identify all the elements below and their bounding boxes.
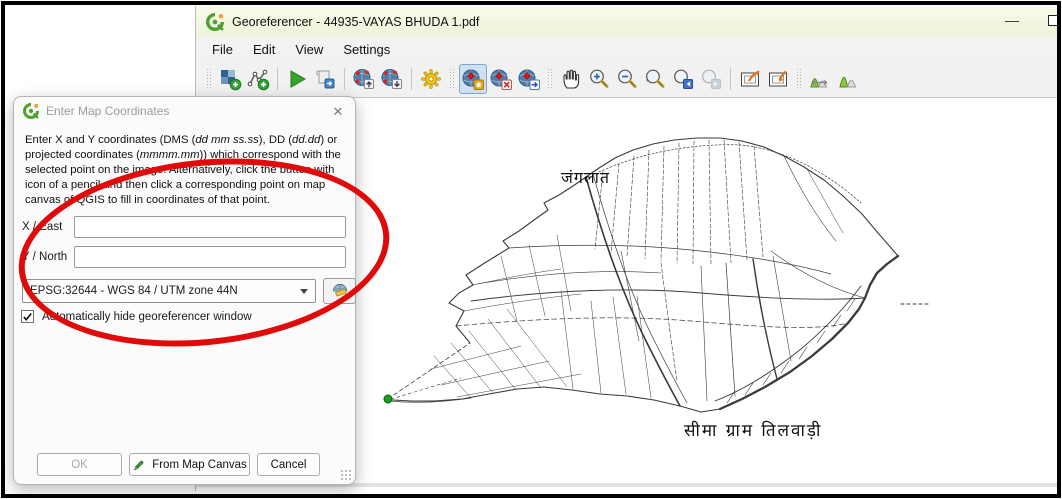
y-north-input[interactable] <box>74 246 346 268</box>
link-qgis-to-georeferencer-button[interactable] <box>764 64 792 94</box>
link-georeferencer-to-qgis-icon <box>738 67 762 91</box>
pencil-icon <box>132 458 146 472</box>
open-vector-button[interactable] <box>244 64 272 94</box>
zoom-last-icon <box>671 67 695 91</box>
start-georeferencing-icon <box>285 67 309 91</box>
zoom-in-button[interactable] <box>585 64 613 94</box>
zoom-in-icon <box>587 67 611 91</box>
window-title: Georeferencer - 44935-VAYAS BHUDA 1.pdf <box>232 15 479 29</box>
add-point-icon <box>461 67 485 91</box>
map-label-village-boundary: सीमा ग्राम तिलवाड़ी <box>684 418 822 441</box>
move-point-button[interactable] <box>515 64 543 94</box>
open-raster-button[interactable] <box>216 64 244 94</box>
toolbar-separator <box>411 68 412 90</box>
chevron-down-icon <box>300 289 308 294</box>
select-crs-button[interactable] <box>323 278 356 304</box>
from-map-canvas-button[interactable]: From Map Canvas <box>129 453 250 476</box>
dialog-title: Enter Map Coordinates <box>46 104 169 118</box>
load-gcp-points-button[interactable] <box>350 64 378 94</box>
transformation-settings-button[interactable] <box>417 64 445 94</box>
local-histogram-stretch-icon <box>808 67 832 91</box>
qgis-logo-icon <box>206 13 224 31</box>
menu-settings[interactable]: Settings <box>333 39 400 60</box>
zoom-out-icon <box>615 67 639 91</box>
ok-button[interactable]: OK <box>37 453 122 476</box>
x-east-input[interactable] <box>74 216 346 238</box>
local-histogram-stretch-button[interactable] <box>806 64 834 94</box>
gdal-script-button[interactable] <box>311 64 339 94</box>
load-gcp-points-icon <box>352 67 376 91</box>
toolbar <box>196 61 1059 98</box>
toolbar-separator <box>344 68 345 90</box>
start-georeferencing-button[interactable] <box>283 64 311 94</box>
add-point-button[interactable] <box>459 64 487 94</box>
move-point-icon <box>517 67 541 91</box>
full-histogram-stretch-button[interactable] <box>834 64 862 94</box>
save-gcp-points-icon <box>380 67 404 91</box>
checkmark-icon <box>22 311 33 323</box>
enter-map-coordinates-dialog: Enter Map Coordinates ✕ Enter X and Y co… <box>13 96 356 485</box>
minimize-button[interactable]: — <box>996 10 1028 32</box>
delete-point-button[interactable] <box>487 64 515 94</box>
full-histogram-stretch-icon <box>836 67 860 91</box>
pan-icon <box>559 67 583 91</box>
y-north-label: Y / North <box>22 251 74 263</box>
transformation-settings-icon <box>419 67 443 91</box>
zoom-last-button[interactable] <box>669 64 697 94</box>
menu-view[interactable]: View <box>285 39 333 60</box>
menu-file[interactable]: File <box>202 39 243 60</box>
delete-point-icon <box>489 67 513 91</box>
toolbar-separator <box>277 68 278 90</box>
gcp-marker <box>384 395 392 403</box>
gdal-script-icon <box>313 67 337 91</box>
toolbar-drag-handle[interactable] <box>449 68 455 90</box>
resize-grip[interactable] <box>340 469 352 481</box>
link-georeferencer-to-qgis-button[interactable] <box>736 64 764 94</box>
toolbar-separator <box>730 68 731 90</box>
crs-dropdown[interactable]: EPSG:32644 - WGS 84 / UTM zone 44N <box>22 279 316 303</box>
save-gcp-points-button[interactable] <box>378 64 406 94</box>
zoom-next-button[interactable] <box>697 64 725 94</box>
toolbar-drag-handle[interactable] <box>796 68 802 90</box>
open-raster-icon <box>218 67 242 91</box>
menu-edit[interactable]: Edit <box>243 39 285 60</box>
dialog-title-bar: Enter Map Coordinates ✕ <box>14 97 355 125</box>
crs-globe-pencil-icon <box>330 281 350 301</box>
zoom-out-button[interactable] <box>613 64 641 94</box>
open-vector-icon <box>246 67 270 91</box>
auto-hide-checkbox[interactable] <box>21 310 34 323</box>
title-bar: Georeferencer - 44935-VAYAS BHUDA 1.pdf … <box>196 6 1059 37</box>
toolbar-drag-handle[interactable] <box>547 68 553 90</box>
auto-hide-label: Automatically hide georeferencer window <box>42 311 252 323</box>
zoom-to-layer-icon <box>643 67 667 91</box>
crs-selected-value: EPSG:32644 - WGS 84 / UTM zone 44N <box>30 285 238 297</box>
pan-button[interactable] <box>557 64 585 94</box>
maximize-button[interactable] <box>1048 15 1059 26</box>
qgis-logo-icon <box>23 103 39 119</box>
dialog-description: Enter X and Y coordinates (DMS (dd mm ss… <box>25 133 347 208</box>
from-map-canvas-label: From Map Canvas <box>152 459 247 471</box>
zoom-to-layer-button[interactable] <box>641 64 669 94</box>
x-east-label: X / East <box>22 221 74 233</box>
close-icon[interactable]: ✕ <box>329 103 347 121</box>
map-label-forest: जंगलात <box>561 166 610 188</box>
toolbar-drag-handle[interactable] <box>206 68 212 90</box>
link-qgis-to-georeferencer-icon <box>766 67 790 91</box>
menu-bar: FileEditViewSettings <box>196 37 1059 61</box>
zoom-next-icon <box>699 67 723 91</box>
cancel-button[interactable]: Cancel <box>257 453 320 476</box>
